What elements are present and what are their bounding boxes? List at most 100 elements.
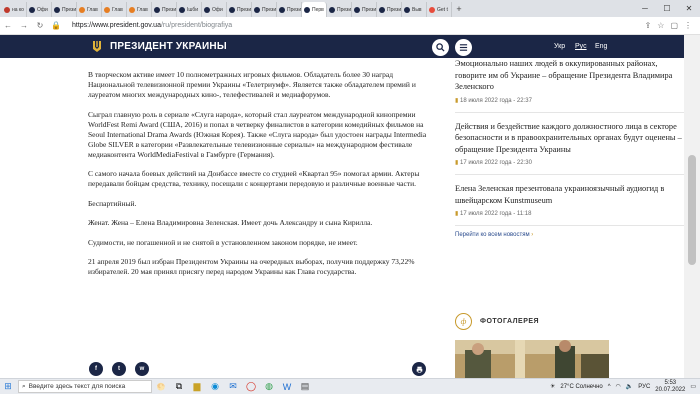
url-host: https://www.president.gov.ua <box>72 22 161 29</box>
close-icon[interactable]: ✕ <box>678 0 700 17</box>
browser-menu-icon[interactable]: ⋮ <box>684 21 692 30</box>
tab-label: Прези <box>387 6 402 13</box>
tab-label: Get t <box>437 6 448 13</box>
browser-tab[interactable]: Прези <box>377 2 402 17</box>
lock-icon[interactable]: 🔒 <box>48 21 64 30</box>
news-title[interactable]: Елена Зеленская презентовала украиноязыч… <box>455 183 685 206</box>
gallery-logo-icon: ф <box>455 313 472 330</box>
mail-icon[interactable]: ✉ <box>224 381 242 392</box>
lang-eng[interactable]: Eng <box>595 43 607 50</box>
address-bar: ← → ↻ 🔒 https://www.president.gov.ua/ru/… <box>0 17 700 35</box>
browser-tab[interactable]: Прези <box>152 2 177 17</box>
news-title[interactable]: Действия и бездействие каждого должностн… <box>455 121 685 156</box>
back-icon[interactable]: ← <box>0 21 16 30</box>
bookmark-star-icon[interactable]: ☆ <box>657 21 664 30</box>
minimize-icon[interactable]: ─ <box>634 0 656 17</box>
opera-icon[interactable]: ◯ <box>242 381 260 392</box>
tab-label: Прези <box>237 6 252 13</box>
tab-favicon-icon <box>129 6 135 13</box>
app-icon[interactable]: ▤ <box>296 381 314 392</box>
windows-start-icon[interactable]: ⊞ <box>0 381 16 392</box>
browser-tab[interactable]: Прези <box>252 2 277 17</box>
browser-tab[interactable]: Офи <box>27 2 52 17</box>
browser-tab[interactable]: на ко <box>2 2 27 17</box>
search-icon: ⌕ <box>22 382 26 390</box>
browser-tab[interactable]: Прези <box>227 2 252 17</box>
system-tray: ☀ 27°C Солнечно ^ ◠ 🔈 РУС 5:53 20.07.202… <box>550 380 700 393</box>
share-page-icon[interactable]: ⇪ <box>645 21 652 30</box>
scrollbar-thumb[interactable] <box>688 155 696 265</box>
tab-favicon-icon <box>429 6 435 13</box>
browser-tab[interactable]: Офи <box>202 2 227 17</box>
tab-favicon-icon <box>104 6 110 13</box>
extensions-icon[interactable]: ▢ <box>670 21 678 30</box>
news-item[interactable]: Елена Зеленская презентовала украиноязыч… <box>455 183 685 226</box>
site-title[interactable]: ПРЕЗИДЕНТ УКРАИНЫ <box>110 41 227 52</box>
volume-icon[interactable]: 🔈 <box>626 383 633 390</box>
browser-tab[interactable]: Прези <box>277 2 302 17</box>
arrow-right-icon: › <box>531 232 534 238</box>
weather-icon[interactable]: ☀ <box>550 383 555 390</box>
tab-favicon-icon <box>79 6 85 13</box>
maximize-icon[interactable]: ☐ <box>656 0 678 17</box>
trident-logo-icon[interactable] <box>92 40 102 53</box>
news-date-text: 17 июля 2022 года - 11:18 <box>459 211 532 217</box>
tab-favicon-icon <box>404 6 410 13</box>
chrome-icon[interactable]: ◍ <box>260 381 278 392</box>
facebook-share-icon[interactable]: f <box>89 362 103 376</box>
news-date: ▮ 18 июля 2022 года - 22:37 <box>455 97 532 104</box>
taskbar-search-placeholder: Введите здесь текст для поиска <box>28 383 126 390</box>
forward-icon[interactable]: → <box>16 21 32 30</box>
browser-tab[interactable]: Прези <box>52 2 77 17</box>
news-item[interactable]: Эмоционально наших людей в оккупированны… <box>455 58 685 113</box>
menu-icon[interactable] <box>455 39 472 56</box>
word-icon[interactable]: W <box>278 382 296 392</box>
article-paragraph: Женат. Жена – Елена Владимировна Зеленск… <box>88 218 373 227</box>
url-field[interactable]: https://www.president.gov.ua/ru/presiden… <box>72 22 645 29</box>
reload-icon[interactable]: ↻ <box>32 21 48 30</box>
clock-date: 20.07.2022 <box>655 386 686 393</box>
all-news-link[interactable]: Перейти ко всем новостям › <box>455 232 685 238</box>
twitter-share-icon[interactable]: t <box>112 362 126 376</box>
search-icon[interactable] <box>432 39 449 56</box>
browser-tab[interactable]: Глав <box>102 2 127 17</box>
tab-label: Глав <box>87 6 98 13</box>
tray-arrow-icon[interactable]: ^ <box>608 384 611 390</box>
tab-label: Прези <box>337 6 352 13</box>
network-icon[interactable]: ◠ <box>616 383 621 390</box>
task-view-icon[interactable]: 🌕 <box>152 383 170 391</box>
clock[interactable]: 5:53 20.07.2022 <box>655 380 685 393</box>
notifications-icon[interactable]: ▭ <box>690 383 696 390</box>
taskbar-search[interactable]: ⌕ Введите здесь текст для поиска <box>18 380 152 393</box>
browser-tab[interactable]: Глав <box>127 2 152 17</box>
news-item[interactable]: Действия и бездействие каждого должностн… <box>455 121 685 175</box>
task-view-icon[interactable]: ⧉ <box>170 381 188 392</box>
tab-label: Выв <box>412 6 422 13</box>
new-tab-button[interactable]: + <box>452 2 466 17</box>
weather-text[interactable]: 27°C Солнечно <box>560 384 602 390</box>
browser-tab[interactable]: Глав <box>77 2 102 17</box>
lang-rus[interactable]: Рус <box>575 43 587 50</box>
file-explorer-icon[interactable]: ▆ <box>188 381 206 392</box>
page-scrollbar[interactable] <box>684 35 700 378</box>
browser-tab[interactable]: Get t <box>427 2 452 17</box>
news-title[interactable]: Эмоционально наших людей в оккупированны… <box>455 58 685 93</box>
edge-icon[interactable]: ◉ <box>206 381 224 392</box>
lang-ukr[interactable]: Укр <box>554 43 565 50</box>
print-icon[interactable] <box>412 362 426 376</box>
browser-tab[interactable]: Ішби <box>177 2 202 17</box>
tab-favicon-icon <box>254 6 260 13</box>
article-paragraph: Судимости, не погашенной и не снятой в у… <box>88 237 358 247</box>
browser-tab[interactable]: Прези <box>327 2 352 17</box>
browser-tab[interactable]: Прези <box>352 2 377 17</box>
browser-tab[interactable]: Перв <box>302 2 327 17</box>
input-language[interactable]: РУС <box>638 384 650 390</box>
article-paragraph: 21 апреля 2019 был избран Президентом Ук… <box>88 257 415 276</box>
whatsapp-share-icon[interactable]: w <box>135 362 149 376</box>
gallery-photo[interactable] <box>455 340 609 378</box>
gallery-title[interactable]: ФОТОГАЛЕРЕЯ <box>480 318 539 325</box>
tab-favicon-icon <box>354 6 360 13</box>
tab-label: Прези <box>62 6 77 13</box>
article-paragraph: Беспартийный. <box>88 198 137 208</box>
browser-tab[interactable]: Выв <box>402 2 427 17</box>
